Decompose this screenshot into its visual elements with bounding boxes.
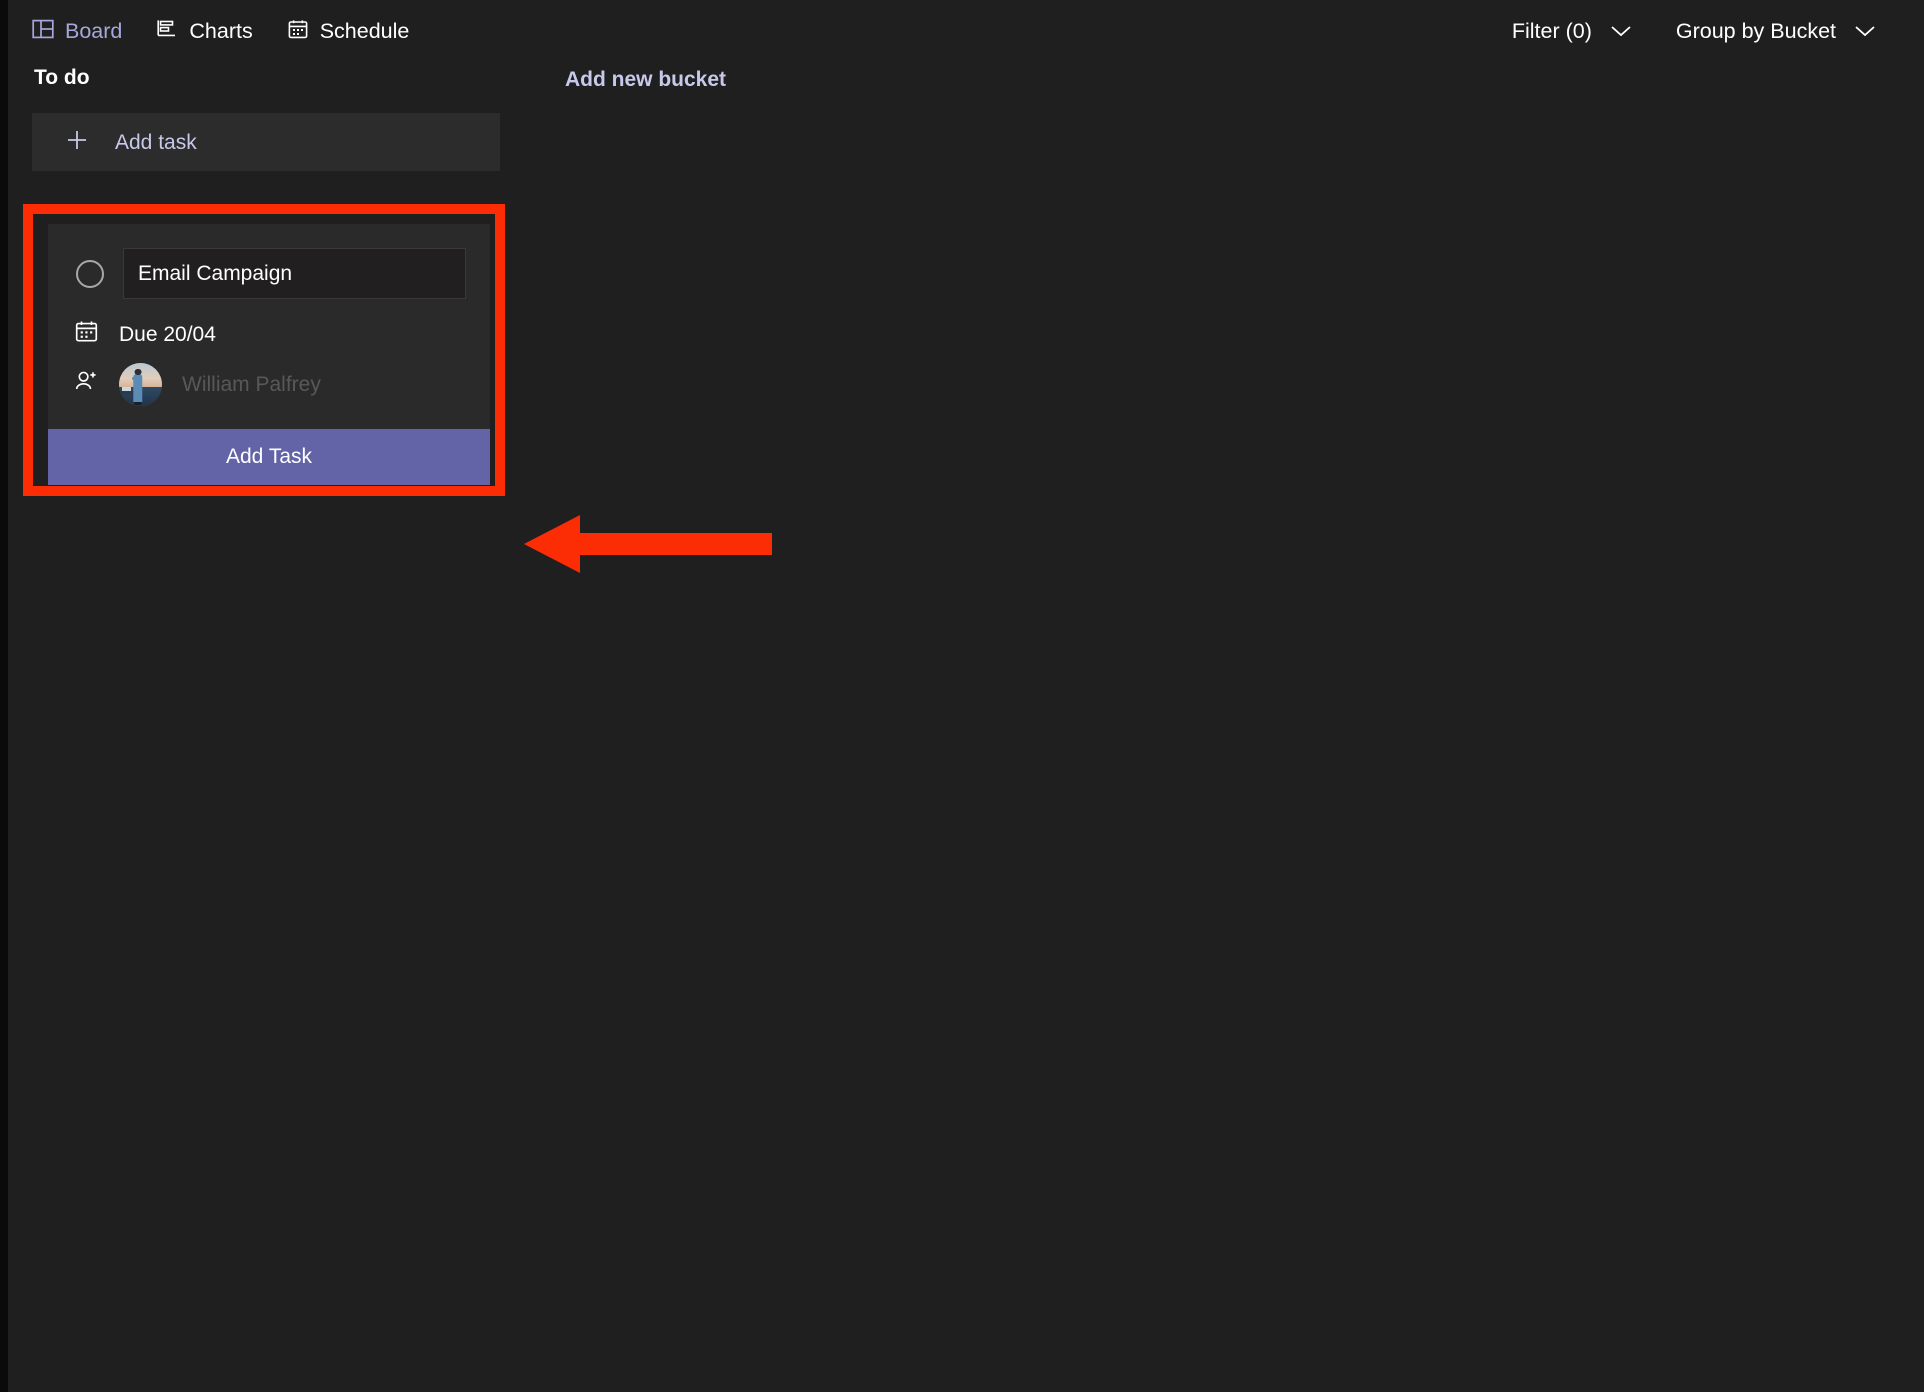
due-date-label: Due 20/04 [119,324,216,345]
circle-checkbox-icon[interactable] [76,260,104,288]
composer-due-row[interactable]: Due 20/04 [48,311,490,357]
board-icon [32,18,54,45]
composer-assignee-row[interactable]: William Palfrey [48,361,490,407]
topbar-controls: Filter (0) Group by Bucket [1512,19,1924,44]
board-canvas: To do Add task Add new bucket [8,63,1924,1392]
group-by-label: Group by Bucket [1676,19,1836,44]
tab-charts[interactable]: Charts [156,18,252,45]
red-left-arrow [524,511,772,577]
calendar-icon [287,18,309,45]
new-task-composer: Due 20/04 [48,224,490,485]
avatar-arm [132,377,138,380]
add-task-submit-button[interactable]: Add Task [48,429,490,485]
filter-label: Filter (0) [1512,19,1592,44]
group-by-control[interactable]: Group by Bucket [1676,19,1876,44]
bucket-to-do: To do Add task [32,63,500,171]
avatar-head [134,369,141,376]
add-person-icon [74,369,99,399]
avatar[interactable] [119,363,162,406]
plus-icon [65,128,89,157]
tab-schedule-label: Schedule [320,21,410,43]
assignee-name: William Palfrey [182,374,321,395]
red-highlight-box: Due 20/04 [23,204,505,496]
nav-tabs: Board Charts [8,18,409,45]
planner-app: Board Charts [8,0,1924,1392]
add-task-button[interactable]: Add task [32,113,500,171]
task-title-input[interactable] [123,248,466,299]
tab-board-label: Board [65,21,122,43]
bucket-title: To do [32,67,500,88]
filter-control[interactable]: Filter (0) [1512,19,1632,44]
calendar-icon [74,319,99,349]
charts-icon [156,18,178,45]
add-task-label: Add task [115,132,197,153]
avatar-screen [122,387,131,392]
composer-title-row [48,248,490,299]
tab-charts-label: Charts [189,21,252,43]
top-command-bar: Board Charts [8,0,1924,63]
add-new-bucket-button[interactable]: Add new bucket [565,69,726,90]
chevron-down-icon [1610,19,1632,44]
chevron-down-icon [1854,19,1876,44]
tab-board[interactable]: Board [32,18,122,45]
tab-schedule[interactable]: Schedule [287,18,410,45]
